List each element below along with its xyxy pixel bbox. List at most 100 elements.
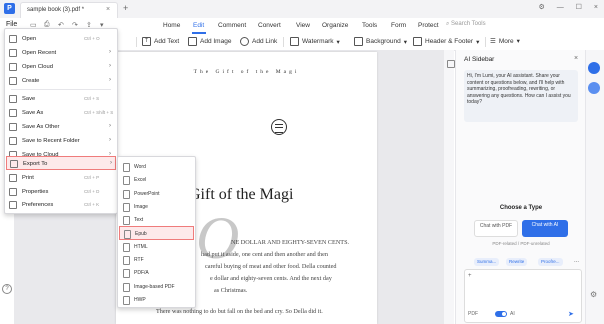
tab-organize[interactable]: Organize (322, 22, 348, 29)
ai-mode-label: AI (510, 311, 515, 317)
toggle-knob (502, 312, 506, 316)
ai-greeting-message: Hi, I'm Lumi, your AI assistant. Share y… (464, 70, 578, 122)
document-tab[interactable]: sample book (3).pdf * × (20, 2, 118, 19)
menu-item-label: Properties (22, 188, 49, 195)
add-text-button[interactable]: T Add Text (142, 37, 179, 46)
export-pdfa[interactable]: PDF/A (119, 266, 194, 279)
chat-with-ai-button[interactable]: Chat with AI (522, 220, 568, 237)
export-excel[interactable]: Excel (119, 173, 194, 186)
file-menu: Open Ctrl + O Open Recent › Open Cloud › Cr… (4, 28, 118, 214)
header-footer-button[interactable]: Header & Footer ▾ (413, 37, 479, 46)
tab-edit[interactable]: Edit (193, 22, 204, 29)
background-icon (354, 37, 363, 46)
search-tools-field[interactable]: ⌕ Search Tools (446, 21, 506, 31)
export-label: Image (134, 203, 148, 210)
sidebar-toggle-icon[interactable] (447, 60, 455, 68)
menu-item-label: Print (22, 174, 34, 181)
export-hwp[interactable]: HWP (119, 293, 194, 306)
tab-tools[interactable]: Tools (362, 22, 377, 29)
menu-item-open-cloud[interactable]: Open Cloud › (6, 60, 116, 73)
export-epub[interactable]: Epub (119, 225, 194, 240)
tab-home[interactable]: Home (163, 22, 180, 29)
add-text-label: Add Text (154, 38, 180, 45)
tab-view[interactable]: View (296, 22, 310, 29)
menu-item-create[interactable]: Create › (6, 74, 116, 87)
menu-item-label: Preferences (22, 201, 54, 208)
tab-comment[interactable]: Comment (218, 22, 246, 29)
add-link-button[interactable]: Add Link (240, 37, 277, 46)
rewrite-chip[interactable]: Rewrite (506, 258, 528, 266)
tab-convert[interactable]: Convert (258, 22, 281, 29)
attach-icon[interactable]: + (468, 273, 472, 279)
ornament-center-line (275, 126, 283, 128)
recent-icon (9, 49, 17, 57)
toolbar-divider (283, 37, 284, 47)
proofread-chip[interactable]: Proofre... (538, 258, 563, 266)
maximize-icon[interactable]: ☐ (576, 3, 582, 11)
pdf-file-icon (123, 282, 130, 292)
title-bar: P sample book (3).pdf * × + ⚙ — ☐ × (0, 0, 604, 19)
new-tab-button[interactable]: + (123, 3, 128, 13)
account-icon[interactable]: ⚙ (538, 3, 544, 11)
close-window-icon[interactable]: × (594, 4, 598, 11)
export-icon (10, 160, 18, 168)
print-icon (9, 174, 17, 182)
tab-form[interactable]: Form (391, 22, 406, 29)
export-submenu: Word Excel PowerPoint Image Text Epub HT… (117, 156, 196, 308)
minimize-icon[interactable]: — (557, 4, 564, 11)
mode-toggle[interactable] (495, 311, 507, 317)
settings-icon[interactable]: ⚙ (590, 290, 597, 299)
help-icon[interactable]: ? (2, 284, 12, 294)
export-rtf[interactable]: RTF (119, 253, 194, 266)
tab-protect[interactable]: Protect (418, 22, 439, 29)
menu-item-export-to[interactable]: Export To › (6, 156, 116, 170)
menu-item-open-recent[interactable]: Open Recent › (6, 46, 116, 59)
pdfa-file-icon (123, 269, 130, 279)
export-image-based-pdf[interactable]: Image-based PDF (119, 280, 194, 293)
ai-assistant-icon[interactable] (588, 62, 600, 74)
ai-chat-input[interactable]: + PDF AI ➤ (464, 269, 582, 323)
menu-item-save-recent-folder[interactable]: Save to Recent Folder › (6, 134, 116, 147)
chevron-down-icon: ▾ (403, 38, 407, 46)
more-chips-icon[interactable]: ... (574, 258, 579, 264)
export-label: Excel (134, 177, 147, 184)
save-as-icon (9, 109, 17, 117)
export-html[interactable]: HTML (119, 240, 194, 253)
add-image-button[interactable]: Add Image (188, 37, 231, 46)
watermark-button[interactable]: Watermark ▾ (290, 37, 340, 46)
export-image[interactable]: Image (119, 200, 194, 213)
document-tab-label: sample book (3).pdf * (27, 7, 85, 13)
menu-item-label: Save As (22, 109, 44, 116)
file-menu-button[interactable]: File (6, 21, 17, 28)
menu-item-preferences[interactable]: Preferences Ctrl + K (6, 198, 116, 211)
chevron-right-icon: › (109, 62, 111, 69)
chat-with-pdf-button[interactable]: Chat with PDF (474, 220, 518, 237)
export-powerpoint[interactable]: PowerPoint (119, 187, 194, 200)
export-word[interactable]: Word (119, 160, 194, 173)
close-tab-icon[interactable]: × (106, 6, 110, 13)
chat-icon[interactable] (588, 82, 600, 94)
menu-item-open[interactable]: Open Ctrl + O (6, 32, 116, 45)
summarize-chip[interactable]: Summa... (474, 258, 500, 266)
export-label: RTF (134, 257, 144, 264)
send-icon[interactable]: ➤ (568, 310, 574, 318)
background-button[interactable]: Background ▾ (354, 37, 407, 46)
watermark-icon (290, 37, 299, 46)
menu-item-print[interactable]: Print Ctrl + P (6, 171, 116, 184)
watermark-label: Watermark (302, 38, 334, 45)
chevron-right-icon: › (109, 76, 111, 83)
close-icon[interactable]: × (574, 55, 578, 62)
add-link-label: Add Link (252, 38, 278, 45)
menu-item-save-as[interactable]: Save As Ctrl + Shift + S (6, 106, 116, 119)
image-file-icon (123, 202, 130, 212)
menu-item-save[interactable]: Save Ctrl + S (6, 92, 116, 105)
menu-item-shortcut: Ctrl + P (84, 175, 100, 180)
menu-item-save-as-other[interactable]: Save As Other › (6, 120, 116, 133)
menu-item-properties[interactable]: Properties Ctrl + D (6, 185, 116, 198)
chevron-right-icon: › (109, 136, 111, 143)
ai-sidebar: AI Sidebar × Hi, I'm Lumi, your AI assis… (455, 50, 586, 324)
export-text[interactable]: Text (119, 213, 194, 226)
body-line: had put it aside, one cent and then anot… (201, 251, 328, 258)
more-tools-button[interactable]: ☰ More ▾ (490, 37, 520, 46)
menu-item-label: Open Cloud (22, 63, 53, 70)
